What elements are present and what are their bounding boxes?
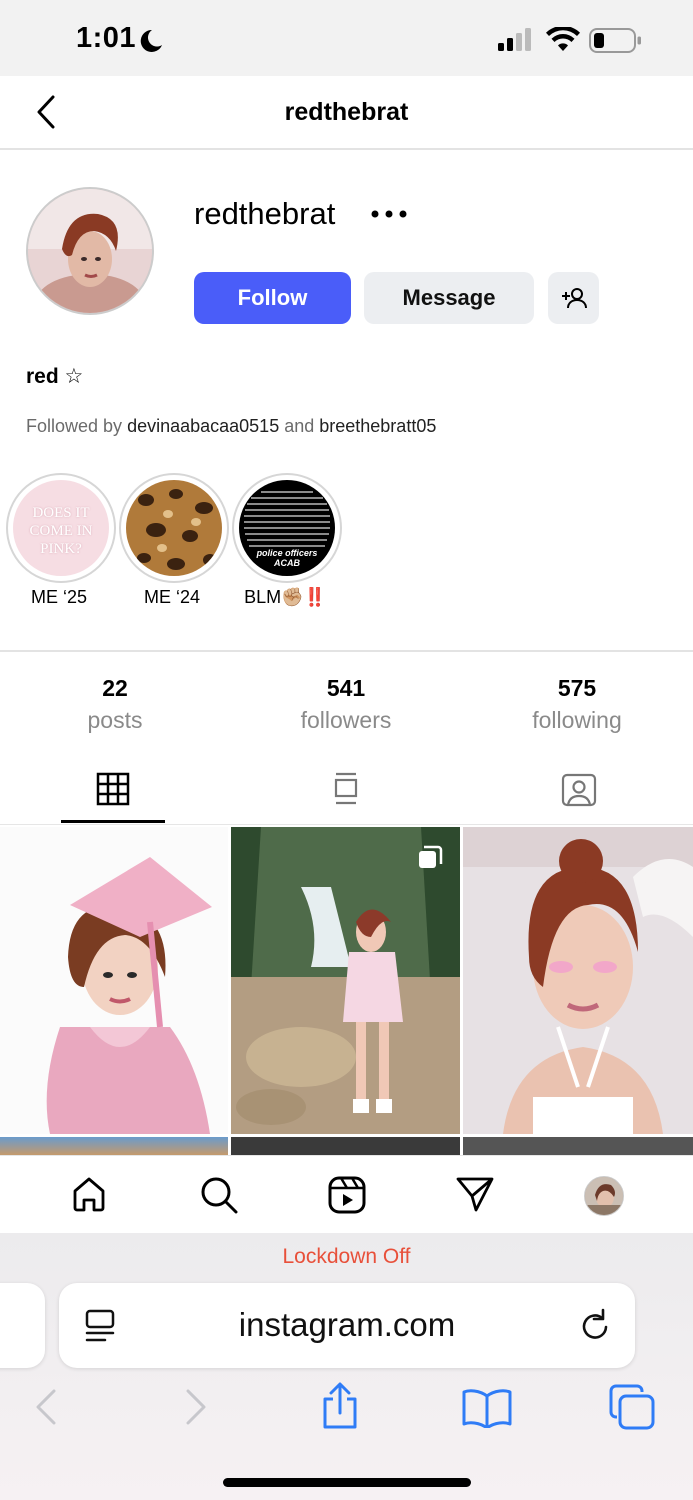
search-icon[interactable] <box>200 1176 238 1214</box>
share-icon[interactable] <box>320 1382 360 1430</box>
highlight-cover-text: DOES IT COME IN PINK? <box>29 505 93 557</box>
profile-username: redthebrat <box>194 196 336 231</box>
profile-header: redthebrat <box>0 76 693 150</box>
divider <box>0 650 693 652</box>
highlight-label: ME ‘24 <box>143 587 201 607</box>
followed-by-user-link[interactable]: devinaabacaa0515 <box>127 416 279 436</box>
status-time: 1:01 <box>76 22 137 54</box>
direct-message-icon[interactable] <box>456 1176 494 1212</box>
bottom-navigation <box>0 1155 693 1234</box>
post-thumbnail[interactable] <box>231 827 460 1134</box>
highlight-cover: DOES IT COME IN PINK? <box>13 480 109 576</box>
grid-icon[interactable] <box>96 772 130 806</box>
profile-display-name: red ☆ <box>26 365 84 388</box>
highlight-label: BLM✊🏼‼️ <box>244 587 326 607</box>
previous-tab-preview[interactable] <box>0 1283 45 1368</box>
more-options-icon[interactable] <box>370 208 408 220</box>
profile-avatar[interactable] <box>26 187 154 315</box>
back-icon[interactable] <box>34 1388 58 1426</box>
battery-icon <box>589 28 641 53</box>
followers-count[interactable]: 541 <box>246 675 446 702</box>
highlight-cover: police officers ACAB <box>239 480 335 576</box>
followed-by-prefix: Followed by <box>26 416 128 436</box>
highlight-cover-text: police officers ACAB <box>256 548 318 568</box>
followed-by-text: Followed by devinaabacaa0515 and breethe… <box>26 416 436 437</box>
highlight-me-25[interactable]: DOES IT COME IN PINK? <box>6 473 116 583</box>
following-count[interactable]: 575 <box>477 675 677 702</box>
profile-avatar-tab[interactable] <box>584 1176 624 1216</box>
tabs-icon[interactable] <box>608 1384 656 1430</box>
followed-by-user-link[interactable]: breethebratt05 <box>319 416 436 436</box>
bookmarks-icon[interactable] <box>461 1388 513 1428</box>
feed-icon[interactable] <box>333 772 359 806</box>
divider <box>0 824 693 825</box>
followed-by-and: and <box>279 416 320 436</box>
post-thumbnail-partial[interactable] <box>0 1137 228 1155</box>
suggested-users-button[interactable] <box>548 272 599 324</box>
follow-button[interactable]: Follow <box>194 272 351 324</box>
signal-icon <box>498 28 531 51</box>
highlight-me-24[interactable] <box>119 473 229 583</box>
active-tab-indicator <box>61 820 165 823</box>
post-thumbnail[interactable] <box>0 827 228 1134</box>
following-label[interactable]: following <box>477 707 677 734</box>
followers-label[interactable]: followers <box>246 707 446 734</box>
home-indicator[interactable] <box>223 1478 471 1487</box>
posts-label: posts <box>87 707 143 733</box>
post-thumbnail-partial[interactable] <box>231 1137 460 1155</box>
moon-icon <box>140 29 162 52</box>
posts-count: 22 <box>102 675 128 701</box>
status-bar: 1:01 <box>0 0 693 76</box>
wifi-icon <box>546 27 580 51</box>
tagged-icon[interactable] <box>561 772 597 808</box>
home-icon[interactable] <box>71 1176 107 1212</box>
add-user-icon <box>561 288 587 309</box>
forward-icon[interactable] <box>184 1388 208 1426</box>
header-username: redthebrat <box>284 98 409 126</box>
post-thumbnail-partial[interactable] <box>463 1137 693 1155</box>
highlight-cover <box>126 480 222 576</box>
lockdown-status[interactable]: Lockdown Off <box>0 1245 693 1269</box>
message-button[interactable]: Message <box>364 272 534 324</box>
url-text[interactable]: instagram.com <box>59 1306 635 1344</box>
reels-icon[interactable] <box>328 1176 366 1214</box>
highlight-label: ME ‘25 <box>30 587 88 607</box>
highlight-blm[interactable]: police officers ACAB <box>232 473 342 583</box>
post-thumbnail[interactable] <box>463 827 693 1134</box>
carousel-icon <box>419 845 443 868</box>
